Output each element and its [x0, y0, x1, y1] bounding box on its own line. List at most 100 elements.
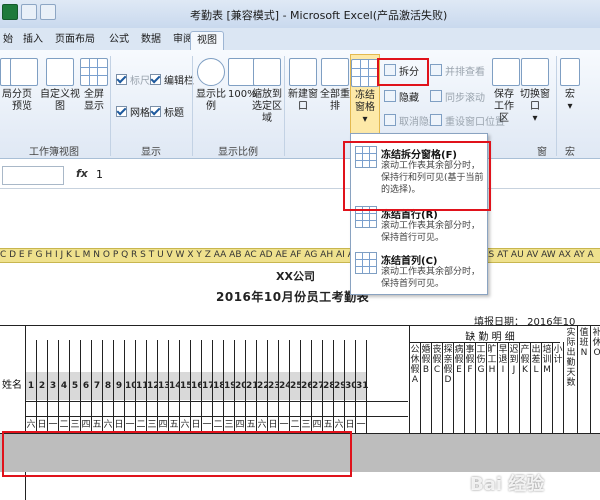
tab-page-layout[interactable]: 页面布局 [50, 31, 100, 49]
day-cell[interactable]: 14 [169, 372, 182, 400]
macros-button[interactable]: 宏 ▾ [560, 58, 580, 113]
day-cell[interactable]: 5 [70, 372, 80, 400]
grid-line [355, 340, 356, 433]
new-window-button[interactable]: 新建窗口 [286, 58, 320, 113]
grid-line [179, 340, 180, 433]
day-cell[interactable]: 31 [356, 372, 369, 400]
day-cell[interactable]: 11 [136, 372, 149, 400]
excel-logo-icon[interactable] [2, 4, 18, 20]
fx-icon[interactable]: fx [76, 167, 88, 180]
day-cell[interactable]: 28 [323, 372, 336, 400]
undo-icon[interactable] [40, 4, 56, 20]
unhide-icon [384, 114, 396, 126]
grid-line [190, 340, 191, 433]
ribbon: 局 分页预览 自定义视图 全屏显示 工作簿视图 标尺 编辑栏 网格线 标题 显示… [0, 50, 600, 159]
day-cell[interactable]: 18 [213, 372, 226, 400]
chevron-down-icon: ▾ [532, 113, 538, 124]
grid-line [245, 340, 246, 433]
custom-views-button[interactable]: 自定义视图 [38, 58, 82, 113]
grid-line [234, 340, 235, 433]
day-cell[interactable]: 24 [279, 372, 292, 400]
day-cell[interactable]: 13 [158, 372, 171, 400]
leave-column-header: 迟到J [509, 345, 519, 375]
day-cell[interactable]: 9 [114, 372, 124, 400]
side-by-side-button[interactable]: 并排查看 [430, 64, 485, 78]
leave-column-header: 丧假C [432, 345, 442, 375]
sync-scroll-button[interactable]: 同步滚动 [430, 90, 485, 104]
arrange-all-icon [321, 58, 349, 86]
save-icon[interactable] [21, 4, 37, 20]
ribbon-tabs: 始 插入 页面布局 公式 数据 审阅 视图 [0, 28, 600, 50]
day-cell[interactable]: 20 [235, 372, 248, 400]
headings-checkbox[interactable]: 标题 [150, 106, 184, 120]
tab-data[interactable]: 数据 [136, 31, 166, 49]
day-cell[interactable]: 1 [26, 372, 36, 400]
group-separator [192, 56, 193, 156]
day-cell[interactable]: 26 [301, 372, 314, 400]
tab-formulas[interactable]: 公式 [104, 31, 134, 49]
day-cell[interactable]: 23 [268, 372, 281, 400]
grid-line [563, 342, 564, 433]
day-cell[interactable]: 16 [191, 372, 204, 400]
day-cell[interactable]: 19 [224, 372, 237, 400]
day-cell[interactable]: 21 [246, 372, 259, 400]
day-cell[interactable]: 10 [125, 372, 138, 400]
day-cell[interactable]: 3 [48, 372, 58, 400]
day-cell[interactable]: 12 [147, 372, 160, 400]
grid-line [135, 340, 136, 433]
group-label-zoom: 显示比例 [218, 147, 258, 158]
hide-button[interactable]: 隐藏 [384, 90, 419, 104]
grid-line [442, 342, 443, 433]
quick-access-toolbar [2, 4, 56, 20]
right-column-header: 实际出勤天数 [566, 328, 576, 388]
day-cell[interactable]: 30 [345, 372, 358, 400]
full-screen-button[interactable]: 全屏显示 [80, 58, 108, 113]
switch-windows-button[interactable]: 切换窗口 ▾ [518, 58, 552, 125]
grid-line [267, 340, 268, 433]
day-cell[interactable]: 27 [312, 372, 325, 400]
day-cell[interactable]: 4 [59, 372, 69, 400]
grid-line [146, 340, 147, 433]
right-column-header: 值班N [579, 328, 589, 358]
day-cell[interactable]: 25 [290, 372, 303, 400]
leave-column-header: 旷工H [487, 345, 497, 375]
freeze-first-column-item[interactable]: 冻结首列(C) 滚动工作表其余部分时，保持首列可见。 [351, 248, 487, 292]
day-cell[interactable]: 7 [92, 372, 102, 400]
freeze-panes-button[interactable]: 冻结窗格 ▾ [350, 54, 380, 136]
day-cell[interactable]: 2 [37, 372, 47, 400]
new-window-icon [289, 58, 317, 86]
formula-input[interactable]: 1 [96, 168, 103, 181]
day-cell[interactable]: 22 [257, 372, 270, 400]
day-cell[interactable]: 15 [180, 372, 193, 400]
day-cell[interactable]: 17 [202, 372, 215, 400]
arrange-all-button[interactable]: 全部重排 [318, 58, 352, 113]
formula-bar-checkbox[interactable]: 编辑栏 [150, 74, 194, 88]
zoom-selection-button[interactable]: 缩放到选定区域 [252, 58, 282, 125]
page-break-preview-button[interactable]: 分页预览 [10, 58, 38, 113]
tab-home[interactable]: 始 [0, 31, 16, 49]
title-bar: 考勤表 [兼容模式] - Microsoft Excel(产品激活失败) [0, 0, 600, 29]
day-cell[interactable]: 6 [81, 372, 91, 400]
split-highlight-box [377, 58, 429, 86]
grid-line [113, 340, 114, 433]
leave-column-header: 病假E [454, 345, 464, 375]
grid-line [552, 342, 553, 433]
zoom-button[interactable]: 显示比例 [194, 58, 228, 113]
tab-view[interactable]: 视图 [190, 31, 224, 50]
day-cell[interactable]: 29 [334, 372, 347, 400]
tab-insert[interactable]: 插入 [18, 31, 48, 49]
day-cell[interactable]: 8 [103, 372, 113, 400]
column-headers[interactable]: C D E F G H I J K L M N O P Q R S T U V … [0, 248, 600, 263]
grid-line [475, 342, 476, 433]
save-workspace-icon [492, 58, 520, 86]
ruler-checkbox[interactable]: 标尺 [116, 74, 150, 88]
grid-line [124, 340, 125, 433]
chevron-down-icon: ▾ [362, 114, 368, 125]
name-box[interactable] [2, 166, 64, 185]
save-workspace-button[interactable]: 保存工作区 [492, 58, 520, 125]
group-label-workbook-views: 工作簿视图 [29, 147, 79, 158]
company-name: XX公司 [276, 270, 315, 283]
grid-line [26, 401, 408, 402]
zoom-100-button[interactable]: 100% [228, 58, 257, 101]
weekday-cell[interactable]: 一 [356, 417, 366, 433]
